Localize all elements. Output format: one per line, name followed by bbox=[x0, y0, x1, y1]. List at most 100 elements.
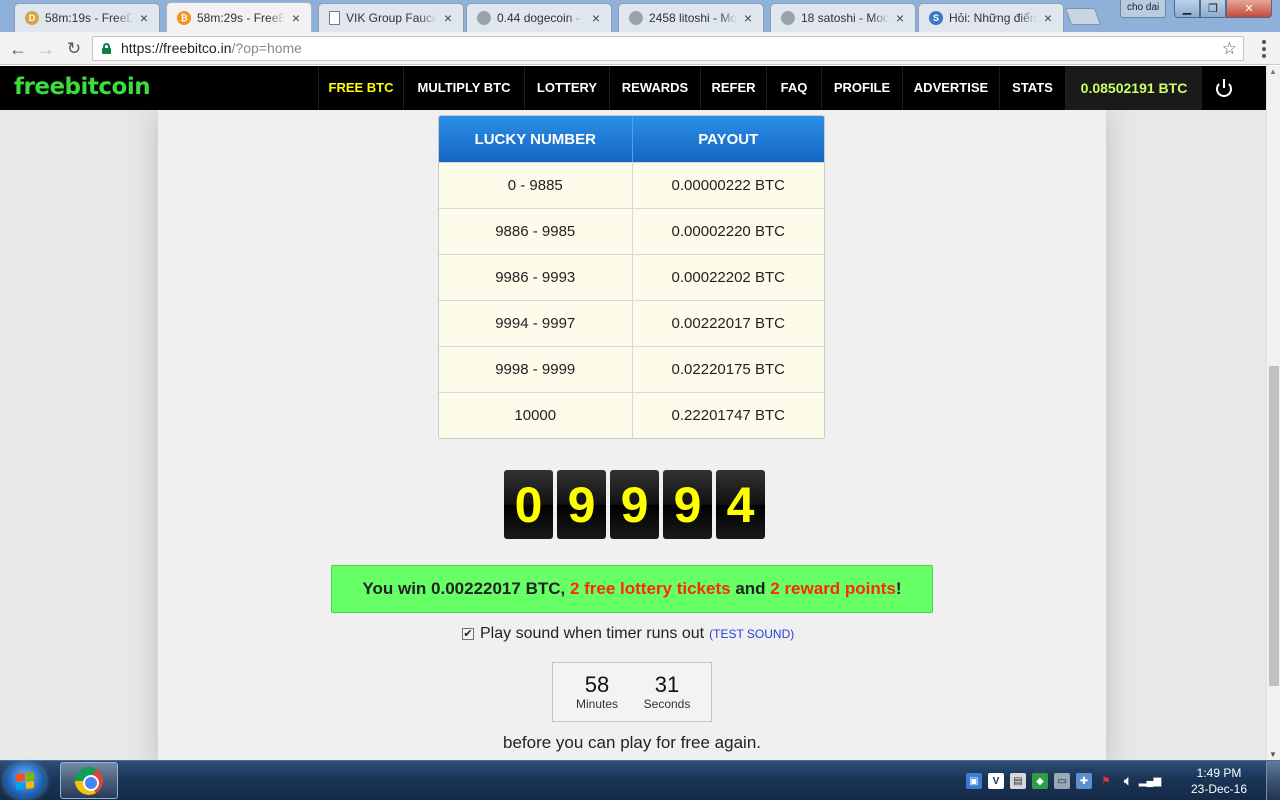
nav-free-btc[interactable]: FREE BTC bbox=[318, 66, 403, 110]
seconds-value: 31 bbox=[654, 672, 680, 697]
roll-digit: 9 bbox=[663, 470, 712, 539]
win-message: You win 0.00222017 BTC, 2 free lottery t… bbox=[331, 565, 933, 613]
nav-faq[interactable]: FAQ bbox=[766, 66, 821, 110]
roll-digit: 9 bbox=[610, 470, 659, 539]
payout-table-header: LUCKY NUMBER PAYOUT bbox=[439, 116, 824, 162]
table-row: 9886 - 9985 0.00002220 BTC bbox=[439, 208, 824, 254]
test-sound-link[interactable]: (TEST SOUND) bbox=[709, 627, 794, 641]
page-scrollbar[interactable]: ▲ ▼ bbox=[1266, 66, 1280, 760]
bookmark-star-icon[interactable]: ☆ bbox=[1222, 37, 1237, 60]
lock-icon bbox=[102, 43, 111, 54]
browser-tab[interactable]: 2458 litoshi - Mo × bbox=[618, 3, 764, 32]
close-tab-icon[interactable]: × bbox=[741, 11, 755, 25]
play-sound-checkbox[interactable]: ✔ bbox=[462, 628, 474, 640]
close-window-button[interactable]: ✕ bbox=[1226, 0, 1272, 18]
roll-digit: 9 bbox=[557, 470, 606, 539]
taskbar-clock[interactable]: 1:49 PM 23-Dec-16 bbox=[1188, 765, 1250, 797]
tray-tool-icon[interactable]: ✚ bbox=[1076, 773, 1092, 789]
url-path: /?op=home bbox=[231, 40, 302, 56]
table-row: 9998 - 9999 0.02220175 BTC bbox=[439, 346, 824, 392]
play-sound-label: Play sound when timer runs out bbox=[480, 625, 705, 642]
close-tab-icon[interactable]: × bbox=[893, 11, 907, 25]
reload-button[interactable]: ↻ bbox=[62, 37, 86, 61]
url-host: https://freebitco.in bbox=[121, 40, 232, 56]
browser-tab[interactable]: ₿ 58m:29s - FreeBi × bbox=[166, 2, 312, 32]
tray-clipboard-icon[interactable]: ▤ bbox=[1010, 773, 1026, 789]
close-tab-icon[interactable]: × bbox=[441, 11, 455, 25]
chrome-menu-icon[interactable] bbox=[1254, 37, 1274, 61]
win-conjunction: and bbox=[730, 579, 771, 598]
tray-flag-alert-icon[interactable]: ⚑ bbox=[1098, 773, 1114, 789]
tab-title: 0.44 dogecoin - bbox=[497, 11, 580, 25]
new-tab-button[interactable] bbox=[1064, 8, 1102, 25]
tab-strip: D 58m:19s - FreeD × ₿ 58m:29s - FreeBi × VIK G… bbox=[0, 0, 1280, 32]
coin-icon bbox=[781, 11, 795, 25]
close-tab-icon[interactable]: × bbox=[137, 11, 151, 25]
taskbar-chrome-button[interactable] bbox=[60, 762, 118, 799]
seconds-label: Seconds bbox=[643, 697, 691, 711]
volume-icon[interactable]: 🔈︎ bbox=[1120, 773, 1136, 789]
header-payout: PAYOUT bbox=[631, 116, 825, 162]
tray-device-icon[interactable]: ▭ bbox=[1054, 773, 1070, 789]
page-content: LUCKY NUMBER PAYOUT 0 - 9885 0.00000222 … bbox=[0, 110, 1266, 760]
show-desktop-button[interactable] bbox=[1266, 761, 1280, 800]
chrome-icon bbox=[75, 767, 103, 795]
address-bar[interactable]: https://freebitco.in/?op=home ☆ bbox=[92, 36, 1244, 61]
coin-icon: D bbox=[25, 11, 39, 25]
payout-table: LUCKY NUMBER PAYOUT 0 - 9885 0.00000222 … bbox=[438, 115, 825, 439]
nav-stats[interactable]: STATS bbox=[999, 66, 1065, 110]
site-navbar: freebitcoin FREE BTC MULTIPLY BTC LOTTER… bbox=[0, 66, 1266, 110]
payout-cell: 0.02220175 BTC bbox=[631, 347, 825, 392]
profile-button[interactable]: cho dai bbox=[1120, 0, 1167, 18]
scroll-down-arrow-icon[interactable]: ▼ bbox=[1269, 750, 1277, 759]
close-tab-icon[interactable]: × bbox=[1041, 11, 1055, 25]
browser-tab[interactable]: D 58m:19s - FreeD × bbox=[14, 3, 160, 32]
lucky-number-cell: 9994 - 9997 bbox=[495, 315, 576, 332]
nav-multiply-btc[interactable]: MULTIPLY BTC bbox=[403, 66, 524, 110]
site-logo[interactable]: freebitcoin bbox=[14, 74, 151, 100]
tray-app-icon[interactable]: ▣ bbox=[966, 773, 982, 789]
system-tray: ▣ V ▤ ◆ ▭ ✚ ⚑ 🔈︎ ▂▄▆ bbox=[966, 761, 1161, 800]
maximize-button[interactable]: ❐ bbox=[1200, 0, 1226, 18]
coin-icon bbox=[629, 11, 643, 25]
forward-button[interactable]: → bbox=[34, 37, 58, 61]
close-tab-icon[interactable]: × bbox=[289, 11, 303, 25]
balance-display: 0.08502191 BTC bbox=[1065, 66, 1202, 110]
minutes-value: 58 bbox=[584, 672, 610, 697]
play-again-label: before you can play for free again. bbox=[503, 733, 761, 752]
nav-refer[interactable]: REFER bbox=[700, 66, 766, 110]
document-icon bbox=[329, 11, 340, 25]
nav-rewards[interactable]: REWARDS bbox=[609, 66, 700, 110]
browser-tab[interactable]: S Hỏi: Những điểm × bbox=[918, 3, 1064, 32]
nav-profile[interactable]: PROFILE bbox=[821, 66, 902, 110]
back-button[interactable]: ← bbox=[6, 37, 30, 61]
tab-title: VIK Group Fauce bbox=[346, 11, 437, 25]
lucky-number-cell: 10000 bbox=[514, 407, 557, 424]
minimize-button[interactable]: ▁ bbox=[1174, 0, 1200, 18]
scroll-thumb[interactable] bbox=[1269, 366, 1279, 686]
browser-tab[interactable]: VIK Group Fauce × bbox=[318, 3, 464, 32]
nav-lottery[interactable]: LOTTERY bbox=[524, 66, 609, 110]
tray-network-app-icon[interactable]: ◆ bbox=[1032, 773, 1048, 789]
tray-v-icon[interactable]: V bbox=[988, 773, 1004, 789]
browser-tab[interactable]: 0.44 dogecoin - × bbox=[466, 3, 612, 32]
scroll-up-arrow-icon[interactable]: ▲ bbox=[1269, 67, 1277, 76]
nav-advertise[interactable]: ADVERTISE bbox=[902, 66, 999, 110]
countdown-timer: 58 Minutes 31 Seconds bbox=[552, 662, 712, 722]
clock-time: 1:49 PM bbox=[1196, 766, 1242, 780]
coin-icon bbox=[477, 11, 491, 25]
reward-points-text: 2 reward points bbox=[770, 579, 896, 598]
start-button[interactable] bbox=[4, 763, 46, 799]
header-lucky-number: LUCKY NUMBER bbox=[474, 130, 596, 148]
win-exclamation: ! bbox=[895, 579, 902, 598]
payout-cell: 0.00022202 BTC bbox=[631, 255, 825, 300]
network-signal-icon[interactable]: ▂▄▆ bbox=[1139, 773, 1161, 789]
windows-logo-icon bbox=[16, 772, 34, 790]
lucky-number-cell: 9998 - 9999 bbox=[495, 361, 576, 378]
logout-power-icon[interactable] bbox=[1215, 79, 1233, 97]
tab-title: 58m:19s - FreeD bbox=[45, 11, 133, 25]
browser-tab[interactable]: 18 satoshi - Moo × bbox=[770, 3, 916, 32]
table-row: 0 - 9885 0.00000222 BTC bbox=[439, 162, 824, 208]
close-tab-icon[interactable]: × bbox=[589, 11, 603, 25]
timer-minutes: 58 Minutes bbox=[573, 673, 621, 721]
